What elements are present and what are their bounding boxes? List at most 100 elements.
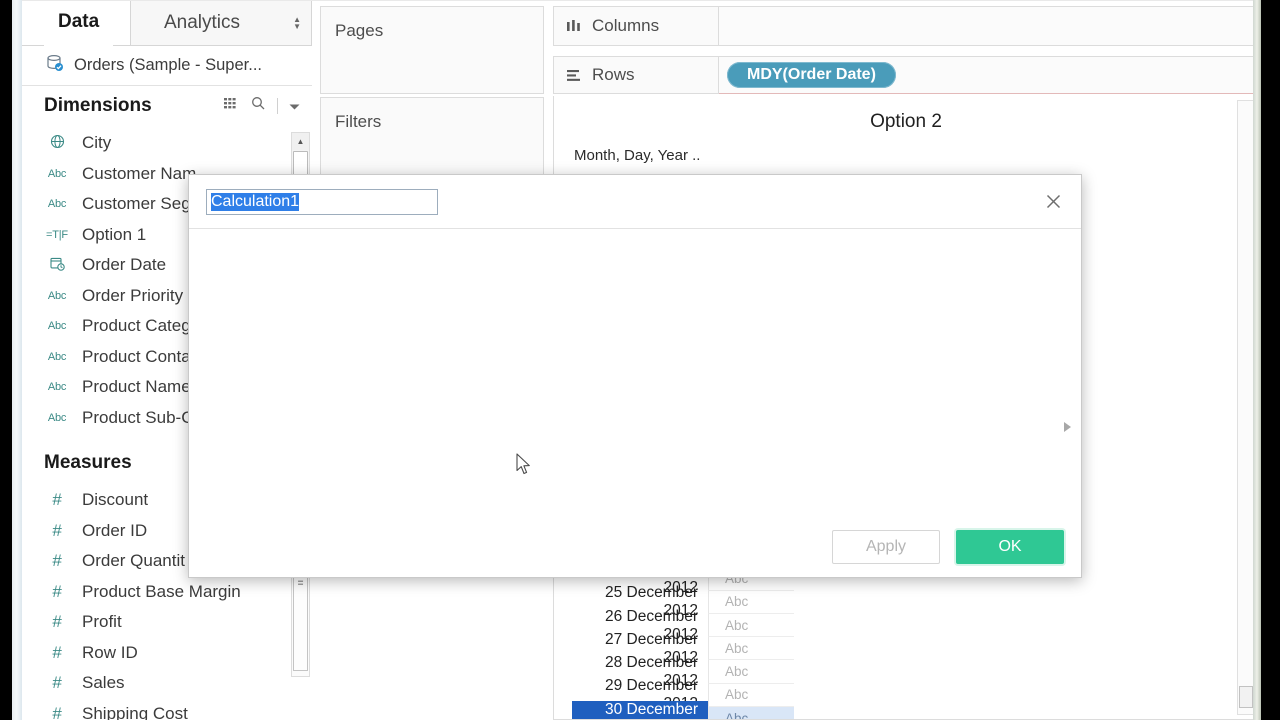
rows-drop-zone[interactable]: MDY(Order Date) — [719, 56, 1259, 94]
row-value: Abc — [708, 637, 794, 661]
calc-dialog-footer: Apply OK — [189, 517, 1081, 577]
chevron-down-icon[interactable] — [289, 95, 300, 117]
expand-panel-arrow-icon[interactable] — [1063, 421, 1077, 435]
dimension-city[interactable]: City — [22, 128, 312, 159]
abc-icon: Abc — [47, 411, 67, 424]
measure-label: Order ID — [82, 520, 148, 540]
rows-shelf: Rows MDY(Order Date) — [553, 56, 1259, 94]
dimensions-title: Dimensions — [44, 95, 152, 116]
worksheet-title: Option 2 — [870, 111, 942, 132]
tab-data[interactable]: Data — [44, 0, 114, 46]
database-icon — [46, 54, 64, 77]
abc-icon: Abc — [47, 350, 67, 363]
measure-label: Row ID — [82, 642, 138, 662]
number-icon: # — [52, 612, 62, 632]
rows-shelf-label: Rows — [592, 65, 635, 84]
scroll-up-arrow-icon[interactable]: ▲ — [292, 133, 309, 150]
top-hairline — [22, 0, 1261, 1]
measures-scrollbar[interactable]: ━ ━ — [291, 572, 310, 677]
measure-label: Product Base Margin — [82, 581, 241, 601]
dimension-label: Product Categ — [82, 316, 191, 336]
measure-label: Order Quantit — [82, 551, 185, 571]
dimension-label: Order Date — [82, 255, 167, 275]
data-pane-tabs: Data Analytics ▲ ▼ — [22, 0, 312, 46]
row-value: Abc — [708, 683, 794, 708]
columns-shelf-label: Columns — [592, 16, 660, 35]
dimension-label: Customer Nam — [82, 163, 197, 183]
measure-label: Shipping Cost — [82, 703, 188, 720]
number-icon: # — [52, 490, 62, 510]
abc-icon: Abc — [47, 289, 67, 302]
columns-shelf-head: Columns — [553, 6, 719, 46]
grid-view-icon[interactable] — [224, 95, 240, 117]
pages-shelf[interactable]: Pages — [320, 6, 544, 94]
filters-shelf[interactable]: Filters — [320, 97, 544, 185]
dimensions-tools — [224, 95, 300, 117]
number-icon: # — [52, 703, 62, 720]
number-icon: # — [52, 673, 62, 693]
dimension-label: Order Priority — [82, 285, 184, 305]
abc-icon: Abc — [47, 167, 67, 180]
calculation-name-input[interactable] — [206, 189, 438, 215]
row-value: Abc — [708, 613, 794, 638]
close-icon[interactable] — [1039, 187, 1067, 215]
left-edge-rail — [12, 0, 22, 720]
ok-button[interactable]: OK — [956, 530, 1064, 564]
worksheet-column-header: Month, Day, Year .. — [574, 147, 701, 164]
rows-icon — [567, 69, 581, 82]
measure-label: Discount — [82, 490, 149, 510]
dimension-label: Product Sub-C — [82, 407, 194, 427]
calc-dialog-topbar — [189, 175, 1081, 229]
dimension-label: Option 1 — [82, 224, 147, 244]
calculated-field-dialog: Apply OK — [188, 174, 1082, 578]
measure-sales[interactable]: # Sales — [22, 668, 312, 699]
datasource-name: Orders (Sample - Super... — [74, 56, 262, 74]
globe-icon — [44, 134, 70, 153]
left-letterbox — [0, 0, 12, 720]
measure-shipping-cost[interactable]: # Shipping Cost — [22, 699, 312, 720]
row-date: 30 December 2012 — [572, 700, 708, 719]
number-icon: # — [52, 520, 62, 540]
datasource-row[interactable]: Orders (Sample - Super... — [22, 46, 312, 86]
scrollbar-thumb[interactable] — [1239, 686, 1253, 708]
measure-label: Sales — [82, 673, 125, 693]
row-value: Abc — [708, 590, 794, 614]
measure-profit[interactable]: # Profit — [22, 607, 312, 638]
measure-row-id[interactable]: # Row ID — [22, 638, 312, 669]
columns-drop-zone[interactable] — [719, 6, 1259, 46]
abc-icon: Abc — [47, 381, 67, 394]
table-row-selected[interactable]: 30 December 2012 Abc — [572, 700, 1258, 719]
search-icon[interactable] — [251, 95, 266, 117]
rows-shelf-head: Rows — [553, 56, 719, 94]
dimensions-header: Dimensions — [22, 86, 312, 126]
row-value: Abc — [708, 707, 794, 719]
number-icon: # — [52, 642, 62, 662]
tab-analytics-label: Analytics — [164, 11, 241, 33]
apply-button[interactable]: Apply — [832, 530, 940, 564]
dimension-label: Product Name — [82, 377, 191, 397]
measures-title: Measures — [44, 452, 132, 473]
abc-icon: Abc — [47, 198, 67, 211]
tableau-window: Data Analytics ▲ ▼ Orders (Sample - Super… — [0, 0, 1280, 720]
right-letterbox — [1261, 0, 1280, 720]
tab-analytics[interactable]: Analytics ▲ ▼ — [130, 0, 312, 46]
filters-shelf-label: Filters — [335, 112, 382, 131]
measure-product-base-margin[interactable]: # Product Base Margin — [22, 577, 312, 608]
tools-divider — [277, 98, 278, 114]
pill-mdy-order-date[interactable]: MDY(Order Date) — [727, 62, 896, 88]
number-icon: # — [52, 551, 62, 571]
number-icon: # — [52, 581, 62, 601]
calculated-field-icon: =T|F — [46, 228, 68, 241]
calculation-formula-editor[interactable] — [189, 229, 1081, 519]
abc-icon: Abc — [47, 320, 67, 333]
scrollbar-grip-icon: ━━ — [298, 577, 303, 589]
tab-data-label: Data — [58, 11, 100, 32]
dimension-label: City — [82, 133, 112, 153]
dimension-label: Product Conta — [82, 346, 191, 366]
columns-icon — [567, 19, 581, 33]
measure-label: Profit — [82, 612, 122, 632]
scrollbar-thumb[interactable]: ━━ — [293, 575, 308, 671]
pages-shelf-label: Pages — [335, 21, 384, 40]
scrollbar-thumb[interactable] — [293, 151, 308, 176]
spinner-arrows-icon[interactable]: ▲ ▼ — [293, 15, 301, 30]
